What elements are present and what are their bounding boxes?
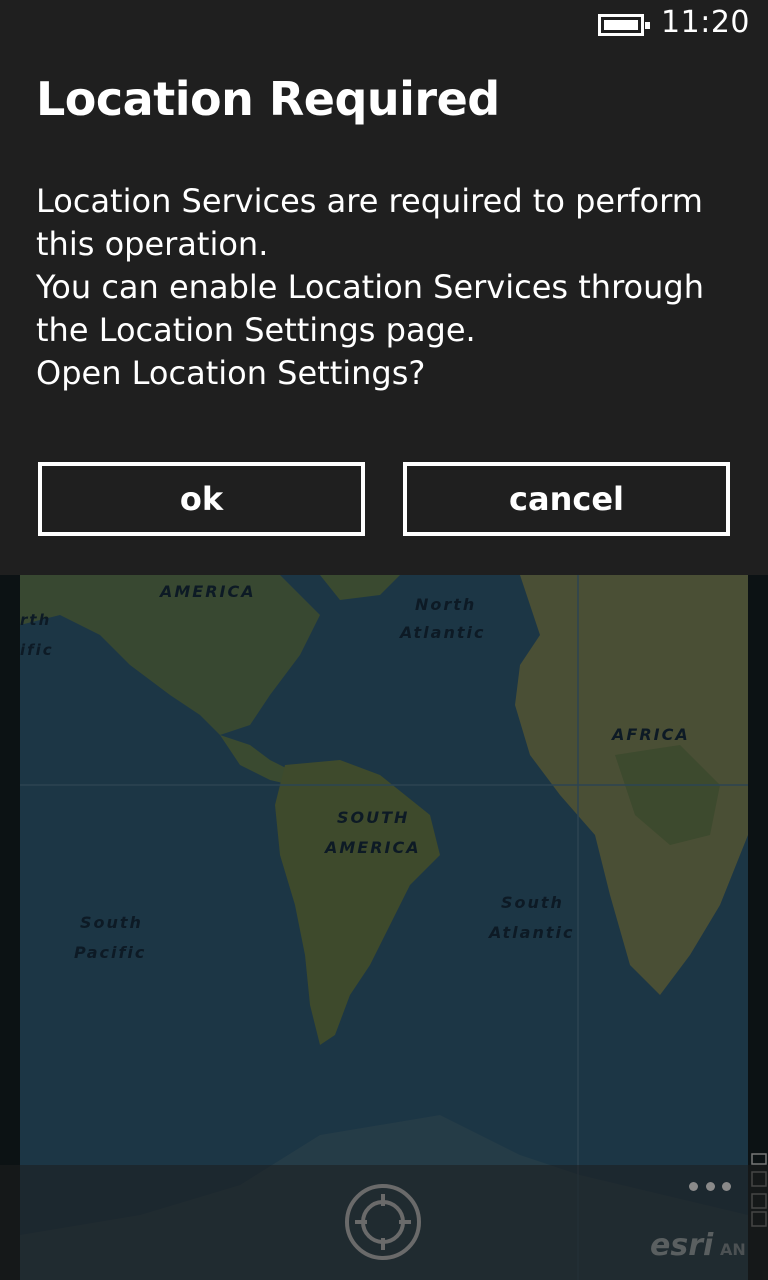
dot-1 (689, 1182, 698, 1191)
cancel-button[interactable]: cancel (403, 462, 730, 536)
clock: 11:20 (661, 5, 750, 40)
battery-icon (598, 14, 650, 36)
map-label-south-america: AMERICA (323, 838, 421, 857)
map-label-north-pacific-1: rth (20, 611, 51, 629)
dialog-message: Location Services are required to perfor… (36, 182, 704, 392)
map-label-south-atlantic-2: Atlantic (487, 923, 574, 942)
attribution-tail: AN (720, 1240, 746, 1259)
map-label-south-pacific-2: Pacific (74, 943, 146, 962)
map-label-atlantic: Atlantic (398, 623, 485, 642)
dot-3 (722, 1182, 731, 1191)
dialog-title: Location Required (36, 72, 500, 126)
locate-button[interactable] (345, 1184, 421, 1260)
locate-icon (355, 1194, 411, 1250)
ok-button[interactable]: ok (38, 462, 365, 536)
location-dialog: 11:20 Location Required Location Service… (0, 0, 768, 575)
more-icon[interactable] (689, 1182, 731, 1194)
map-label-north: North (415, 595, 476, 614)
map-label-north-pacific-2: ific (20, 641, 54, 659)
map-label-south-atlantic-1: South (501, 893, 564, 912)
map-label-africa: AFRICA (610, 725, 690, 744)
map-label-south: SOUTH (337, 808, 409, 827)
dot-2 (705, 1182, 715, 1191)
map-label-america: AMERICA (158, 582, 256, 601)
map-label-south-pacific-1: South (80, 913, 143, 932)
esri-attribution: esri (650, 1228, 714, 1263)
status-bar: 11:20 (0, 0, 768, 52)
